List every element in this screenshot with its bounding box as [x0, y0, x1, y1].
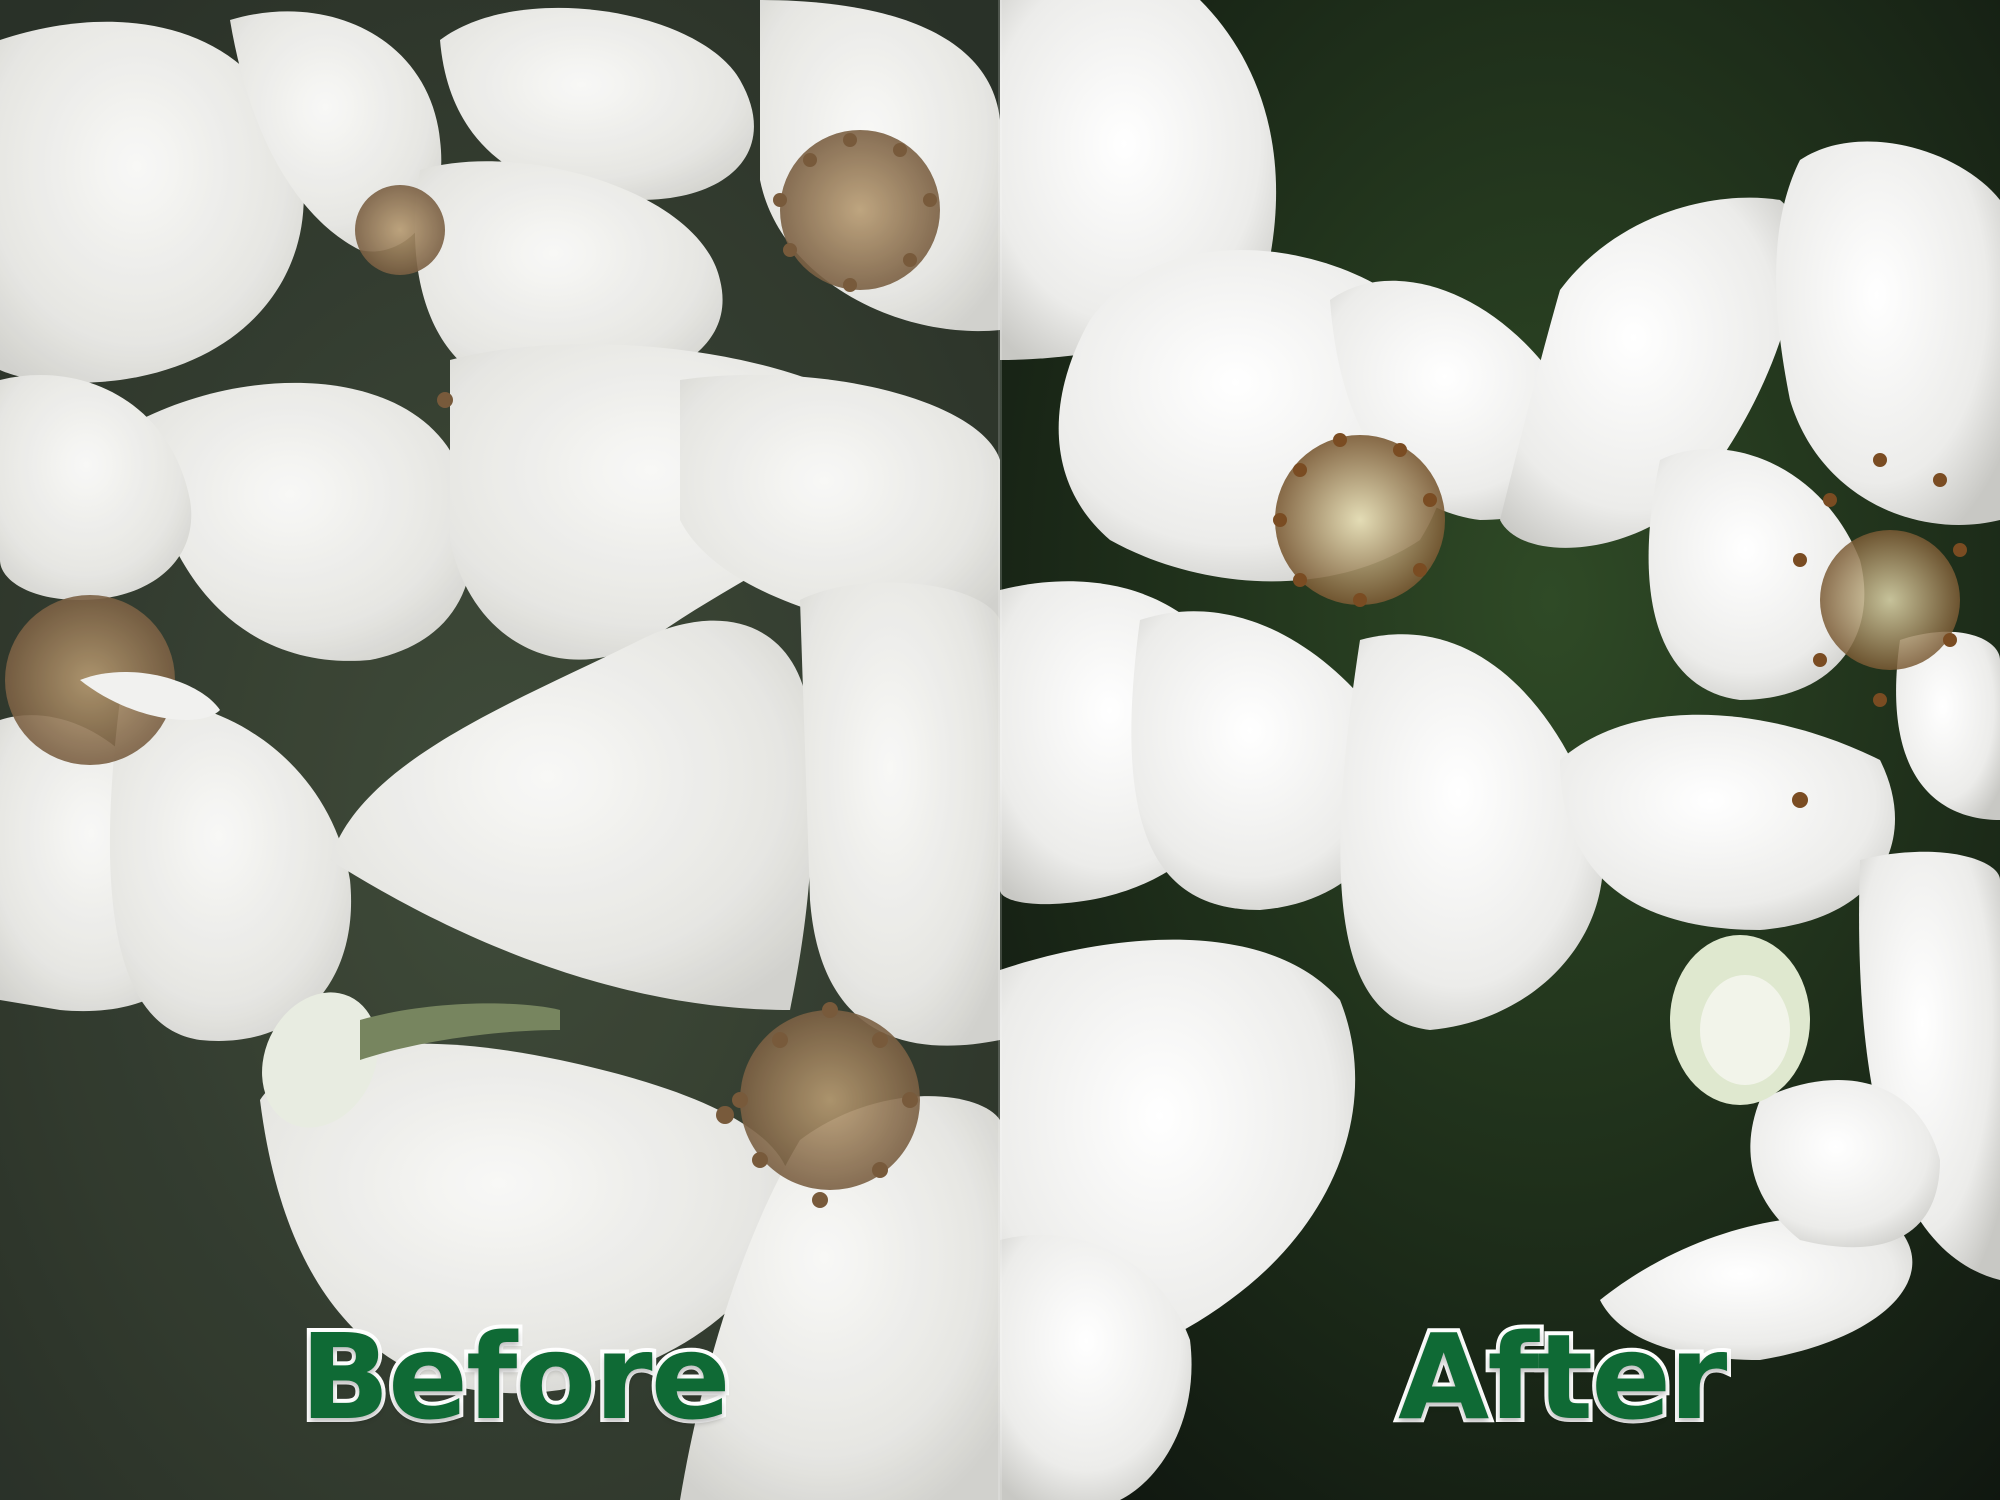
before-after-comparison: Before After — [0, 0, 2000, 1500]
after-photo-panel — [1000, 0, 2000, 1500]
before-label: Before — [296, 1308, 735, 1446]
after-label: After — [1394, 1308, 1731, 1446]
after-flower-photo — [1000, 0, 2000, 1500]
before-photo-panel — [0, 0, 1000, 1500]
panel-divider — [998, 0, 1002, 1500]
before-flower-photo — [0, 0, 1000, 1500]
